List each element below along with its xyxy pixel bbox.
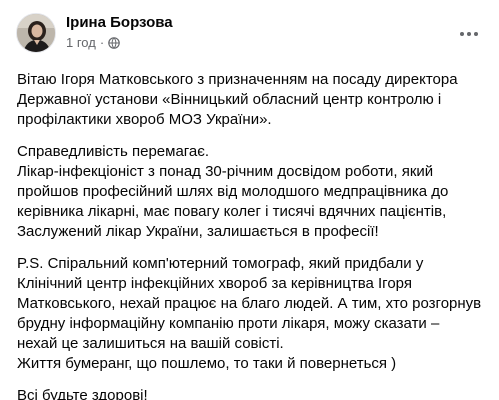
post-paragraph: P.S. Спіральний комп'ютерний томограф, я… xyxy=(17,254,485,374)
text-line: профілактики хвороб МОЗ України». xyxy=(17,111,272,128)
post-meta: Ірина Борзова 1 год · xyxy=(66,13,173,52)
text-line: P.S. Спіральний комп'ютерний томограф, я… xyxy=(17,255,424,272)
text-line: Заслужений лікар України, залишається в … xyxy=(17,223,379,240)
facebook-post: Ірина Борзова 1 год · Вітаю Ігоря Матков… xyxy=(0,0,499,400)
text-line: Клінічний центр інфекційних хвороб за ке… xyxy=(17,275,412,292)
text-line: керівника лікарні, має повагу колег і ти… xyxy=(17,203,447,220)
text-line: Лікар-інфекціоніст з понад 30-річним дос… xyxy=(17,163,434,180)
text-line: Вітаю Ігоря Матковського з призначенням … xyxy=(17,71,458,88)
text-line: пройшов професійний шлях від молодшого м… xyxy=(17,183,449,200)
text-line: Життя бумеранг, що пошлемо, то таки й по… xyxy=(17,355,397,372)
separator-dot: · xyxy=(99,35,105,50)
avatar[interactable] xyxy=(16,13,56,53)
avatar-photo-icon xyxy=(17,14,55,52)
text-line: Державної установи «Вінницький обласний … xyxy=(17,91,442,108)
text-line: Всі будьте здорові! xyxy=(17,387,148,400)
more-options-icon[interactable] xyxy=(451,24,487,44)
text-line: нехай це залишиться на вашій совісті. xyxy=(17,335,284,352)
post-paragraph: Справедливість перемагає. Лікар-інфекціо… xyxy=(17,142,485,242)
post-subline: 1 год · xyxy=(66,34,173,52)
post-paragraph: Вітаю Ігоря Матковського з призначенням … xyxy=(17,70,485,130)
globe-icon[interactable] xyxy=(108,37,120,49)
text-line: Матковського, нехай працює на благо люде… xyxy=(17,295,482,312)
post-paragraph: Всі будьте здорові! xyxy=(17,386,485,400)
text-line: брудну інформаційну компанію проти лікар… xyxy=(17,315,440,332)
text-line: Справедливість перемагає. xyxy=(17,143,210,160)
post-header: Ірина Борзова 1 год · xyxy=(16,13,173,53)
post-body: Вітаю Ігоря Матковського з призначенням … xyxy=(17,70,485,400)
post-time[interactable]: 1 год xyxy=(66,34,96,52)
author-name[interactable]: Ірина Борзова xyxy=(66,13,173,33)
